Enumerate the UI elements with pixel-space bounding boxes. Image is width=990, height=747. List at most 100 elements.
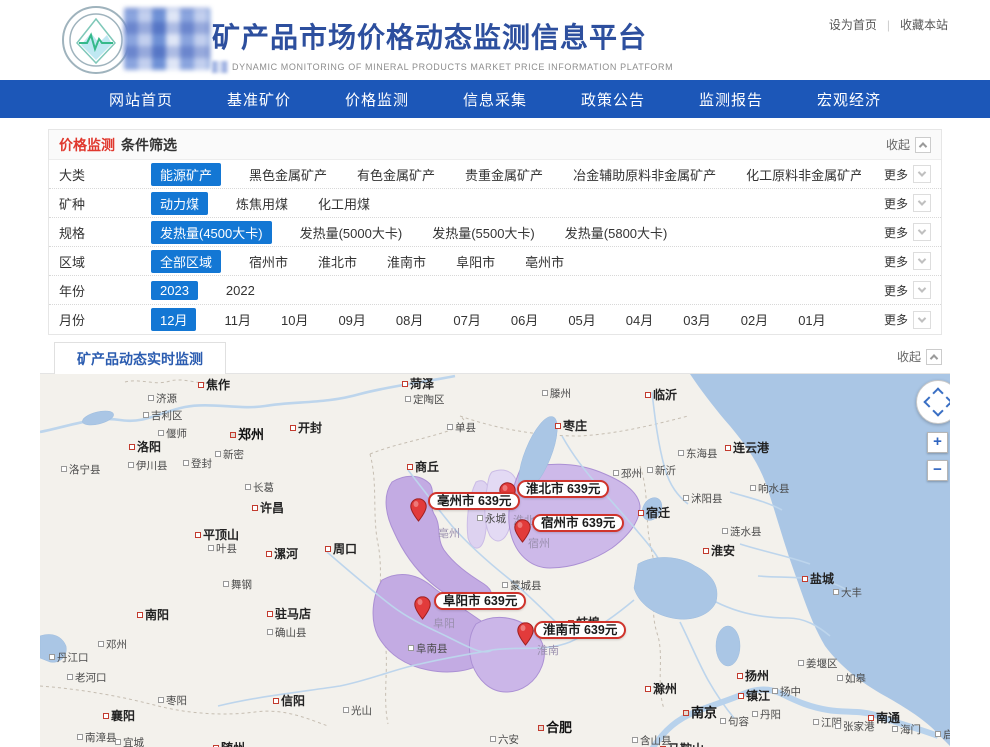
collapse-up-icon[interactable] [926,349,942,365]
map-city-label: 许昌 [252,499,284,516]
nav-item[interactable]: 基准矿价 [227,89,291,110]
filter-option[interactable]: 04月 [624,308,655,331]
filter-option[interactable]: 黑色金属矿产 [247,163,329,186]
map-city-label: 郑州 [230,424,264,443]
filter-option[interactable]: 有色金属矿产 [355,163,437,186]
nav-item[interactable]: 宏观经济 [817,89,881,110]
chevron-down-icon[interactable] [913,311,931,329]
collapse-up-icon[interactable] [915,137,931,153]
more-button[interactable]: 更多 [861,281,931,299]
filter-option[interactable]: 发热量(5800大卡) [563,221,670,244]
map-city-label: 随州 [213,739,245,747]
map-city-label: 宿州 [528,535,550,551]
price-label[interactable]: 淮北市 639元 [517,480,609,498]
filter-row-label: 月份 [59,310,151,329]
filter-option[interactable]: 全部区域 [151,250,221,273]
map-city-label: 张家港 [835,719,875,734]
map-collapse[interactable]: 收起 [897,348,942,365]
filter-option[interactable]: 03月 [681,308,712,331]
price-pin[interactable] [514,519,531,543]
price-label[interactable]: 淮南市 639元 [534,621,626,639]
filter-option[interactable]: 发热量(4500大卡) [151,221,272,244]
price-pin[interactable] [410,498,427,522]
filter-option[interactable]: 化工原料非金属矿产 [744,163,861,186]
more-button[interactable]: 更多 [861,223,931,241]
chevron-down-glyph [918,284,926,292]
filter-row: 矿种动力煤炼焦用煤化工用煤更多 [49,189,941,218]
pan-right-icon[interactable] [941,396,950,407]
map-city-label: 涟水县 [722,524,762,539]
map-city-label: 洛阳 [129,438,161,455]
pan-left-icon[interactable] [923,396,934,407]
filter-panel: 价格监测 条件筛选 收起 大类能源矿产黑色金属矿产有色金属矿产贵重金属矿产冶金辅… [48,129,942,335]
nav-item[interactable]: 监测报告 [699,89,763,110]
pan-up-icon[interactable] [932,387,943,398]
chevron-down-icon[interactable] [913,281,931,299]
filter-option[interactable]: 炼焦用煤 [234,192,290,215]
map-city-label: 邳州 [613,466,642,481]
filter-option[interactable]: 11月 [222,308,253,331]
set-home-link[interactable]: 设为首页 [829,16,877,33]
filter-option[interactable]: 亳州市 [523,250,566,273]
price-map[interactable]: 郑州合肥南京焦作开封洛阳许昌平顶山漯河周口商丘菏泽临沂枣庄宿迁连云港淮安盐城南阳… [40,374,950,747]
pan-down-icon[interactable] [932,405,943,416]
more-button[interactable]: 更多 [861,311,931,329]
map-city-label: 盐城 [802,570,834,587]
more-button[interactable]: 更多 [861,165,931,183]
filter-option[interactable]: 2022 [224,281,257,300]
filter-option[interactable]: 发热量(5000大卡) [298,221,405,244]
map-city-label: 亳州 [438,525,460,541]
filter-option[interactable]: 10月 [279,308,310,331]
map-city-label: 偃师 [158,426,187,441]
price-pin[interactable] [517,622,534,646]
filter-option[interactable]: 02月 [739,308,770,331]
map-city-label: 连云港 [725,439,769,456]
filter-option[interactable]: 淮北市 [316,250,359,273]
zoom-in-button[interactable]: + [927,432,948,453]
filter-option[interactable]: 阜阳市 [454,250,497,273]
map-city-label: 扬州 [737,667,769,684]
map-city-label: 含山县 [632,733,672,747]
price-label[interactable]: 宿州市 639元 [532,514,624,532]
filter-panel-header: 价格监测 条件筛选 收起 [49,130,941,160]
filter-option[interactable]: 06月 [509,308,540,331]
filter-row: 年份20232022更多 [49,276,941,305]
filter-option[interactable]: 能源矿产 [151,163,221,186]
filter-option[interactable]: 贵重金属矿产 [463,163,545,186]
filter-option[interactable]: 2023 [151,281,198,300]
filter-option[interactable]: 12月 [151,308,196,331]
filter-option[interactable]: 动力煤 [151,192,208,215]
price-label[interactable]: 亳州市 639元 [428,492,520,510]
filter-collapse[interactable]: 收起 [886,136,931,153]
nav-item[interactable]: 网站首页 [109,89,173,110]
filter-option[interactable]: 08月 [394,308,425,331]
more-button[interactable]: 更多 [861,252,931,270]
page-title: 矿产品市场价格动态监测信息平台 [212,16,673,56]
chevron-down-icon[interactable] [913,223,931,241]
map-section-tab[interactable]: 矿产品动态实时监测 [54,342,226,375]
favorite-link[interactable]: 收藏本站 [900,16,948,33]
zoom-out-button[interactable]: − [927,460,948,481]
nav-item[interactable]: 价格监测 [345,89,409,110]
map-city-label: 菏泽 [402,375,434,392]
filter-option[interactable]: 01月 [796,308,827,331]
filter-option[interactable]: 化工用煤 [316,192,372,215]
filter-option[interactable]: 宿州市 [247,250,290,273]
chevron-down-icon[interactable] [913,194,931,212]
price-pin[interactable] [414,596,431,620]
map-city-label: 响水县 [750,481,790,496]
filter-option[interactable]: 09月 [336,308,367,331]
filter-option[interactable]: 05月 [566,308,597,331]
chevron-down-icon[interactable] [913,252,931,270]
chevron-down-icon[interactable] [913,165,931,183]
map-city-label: 南漳县 [77,730,117,745]
page-subtitle: DYNAMIC MONITORING OF MINERAL PRODUCTS M… [212,61,673,73]
more-button[interactable]: 更多 [861,194,931,212]
filter-option[interactable]: 淮南市 [385,250,428,273]
nav-item[interactable]: 信息采集 [463,89,527,110]
price-label[interactable]: 阜阳市 639元 [434,592,526,610]
filter-option[interactable]: 冶金辅助原料非金属矿产 [571,163,718,186]
filter-option[interactable]: 发热量(5500大卡) [430,221,537,244]
nav-item[interactable]: 政策公告 [581,89,645,110]
filter-option[interactable]: 07月 [451,308,482,331]
